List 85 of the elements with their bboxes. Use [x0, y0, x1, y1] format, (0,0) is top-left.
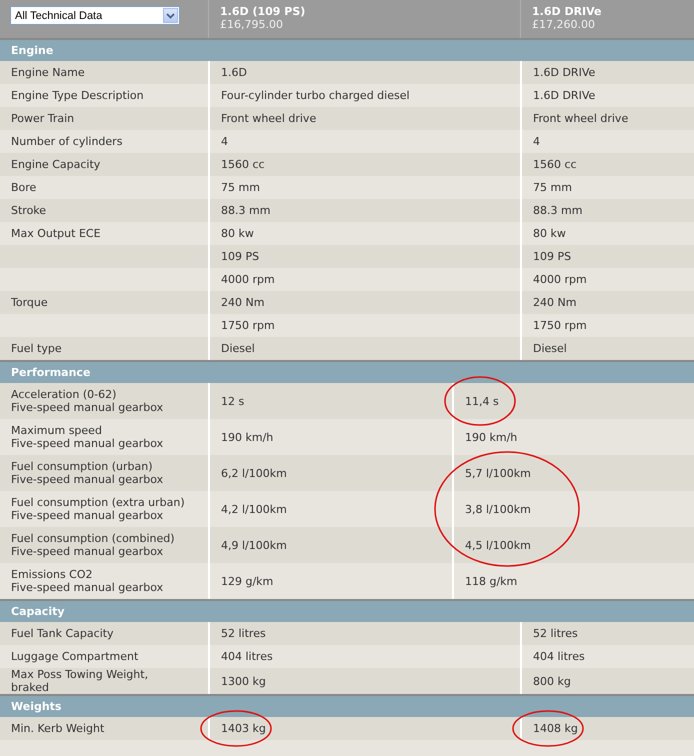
section-header: Capacity: [0, 599, 694, 622]
value-text: 1.6D DRIVe: [533, 66, 596, 79]
value-text: Front wheel drive: [533, 112, 628, 125]
value-text: 6,2 l/100km: [221, 466, 287, 480]
value-text: 1.6D: [221, 66, 247, 79]
row-label: Acceleration (0-62): [11, 388, 118, 401]
model-price: £16,795.00: [220, 18, 284, 31]
value-text: 4: [221, 135, 228, 148]
circle-annotation: [444, 376, 516, 426]
value-text: 5,7 l/100km: [465, 466, 531, 480]
row-label: Bore: [11, 181, 38, 194]
value-text: 109 PS: [221, 250, 260, 263]
row-note: Five-speed manual gearbox: [11, 545, 164, 558]
value-text: 190 km/h: [221, 430, 274, 444]
value-text: 11,4 s: [465, 394, 499, 408]
circle-annotation: [512, 710, 584, 747]
value-text: 80 kw: [221, 227, 254, 240]
value-text: 240 Nm: [533, 296, 576, 309]
value-text: Front wheel drive: [221, 112, 316, 125]
chevron-down-icon: [163, 8, 178, 23]
value-text: 75 mm: [221, 181, 260, 194]
row-label: Power Train: [11, 112, 76, 125]
value-text: 4: [533, 135, 540, 148]
row-note: Five-speed manual gearbox: [11, 581, 164, 594]
value-text: 80 kw: [533, 227, 566, 240]
value-text: 52 litres: [533, 627, 578, 640]
row-label: Luggage Compartment: [11, 650, 140, 663]
value-text: 109 PS: [533, 250, 572, 263]
value-text: 1.6D DRIVe: [533, 89, 596, 102]
model-price: £17,260.00: [532, 18, 596, 31]
row-label: Fuel consumption (combined): [11, 532, 176, 545]
row-label: Fuel Tank Capacity: [11, 627, 115, 640]
row-label: Engine Capacity: [11, 158, 102, 171]
value-text: 1403 kg: [221, 722, 266, 735]
value-text: 12 s: [221, 394, 244, 408]
section-header: Weights: [0, 694, 694, 717]
row-label: Torque: [11, 296, 49, 309]
value-text: Diesel: [221, 342, 255, 355]
technical-data-dropdown[interactable]: All Technical Data: [10, 6, 180, 25]
value-text: 800 kg: [533, 674, 571, 688]
row-label: Max Poss Towing Weight, braked: [11, 668, 150, 694]
value-text: 52 litres: [221, 627, 266, 640]
value-text: 1300 kg: [221, 674, 266, 688]
section-header: Engine: [0, 38, 694, 61]
circle-annotation: [200, 710, 272, 747]
value-text: Four-cylinder turbo charged diesel: [221, 89, 410, 102]
value-text: 3,8 l/100km: [465, 502, 531, 516]
value-text: 88.3 mm: [221, 204, 270, 217]
row-label: Fuel consumption (urban): [11, 460, 154, 473]
value-text: 1750 rpm: [221, 319, 275, 332]
value-text: 404 litres: [533, 650, 585, 663]
section-header: Performance: [0, 360, 694, 383]
row-note: Five-speed manual gearbox: [11, 437, 164, 450]
value-text: 118 g/km: [465, 574, 518, 588]
value-text: 404 litres: [221, 650, 273, 663]
value-text: 1408 kg: [533, 722, 578, 735]
model-name: 1.6D DRIVe: [532, 5, 603, 18]
row-note: Five-speed manual gearbox: [11, 401, 164, 414]
row-note: Five-speed manual gearbox: [11, 509, 164, 522]
row-label: Engine Type Description: [11, 89, 145, 102]
value-text: 4,5 l/100km: [465, 538, 531, 552]
row-label: Min. Kerb Weight: [11, 722, 106, 735]
value-text: 4,9 l/100km: [221, 538, 287, 552]
value-text: 1560 cc: [221, 158, 265, 171]
row-label: Fuel consumption (extra urban): [11, 496, 186, 509]
row-label: Maximum speed: [11, 424, 103, 437]
row-label: Stroke: [11, 204, 48, 217]
value-text: Diesel: [533, 342, 567, 355]
row-label: Emissions CO2: [11, 568, 94, 581]
row-label: Fuel type: [11, 342, 63, 355]
row-label: Engine Name: [11, 66, 86, 79]
value-text: 1560 cc: [533, 158, 577, 171]
value-text: 4000 rpm: [221, 273, 275, 286]
value-text: 88.3 mm: [533, 204, 582, 217]
value-text: 75 mm: [533, 181, 572, 194]
value-text: 190 km/h: [465, 430, 518, 444]
row-note: Five-speed manual gearbox: [11, 473, 164, 486]
value-text: 4,2 l/100km: [221, 502, 287, 516]
row-label: Max Output ECE: [11, 227, 102, 240]
row-label: Number of cylinders: [11, 135, 124, 148]
value-text: 1750 rpm: [533, 319, 587, 332]
value-text: 129 g/km: [221, 574, 274, 588]
value-text: 240 Nm: [221, 296, 264, 309]
model-name: 1.6D (109 PS): [220, 5, 306, 18]
value-text: 4000 rpm: [533, 273, 587, 286]
